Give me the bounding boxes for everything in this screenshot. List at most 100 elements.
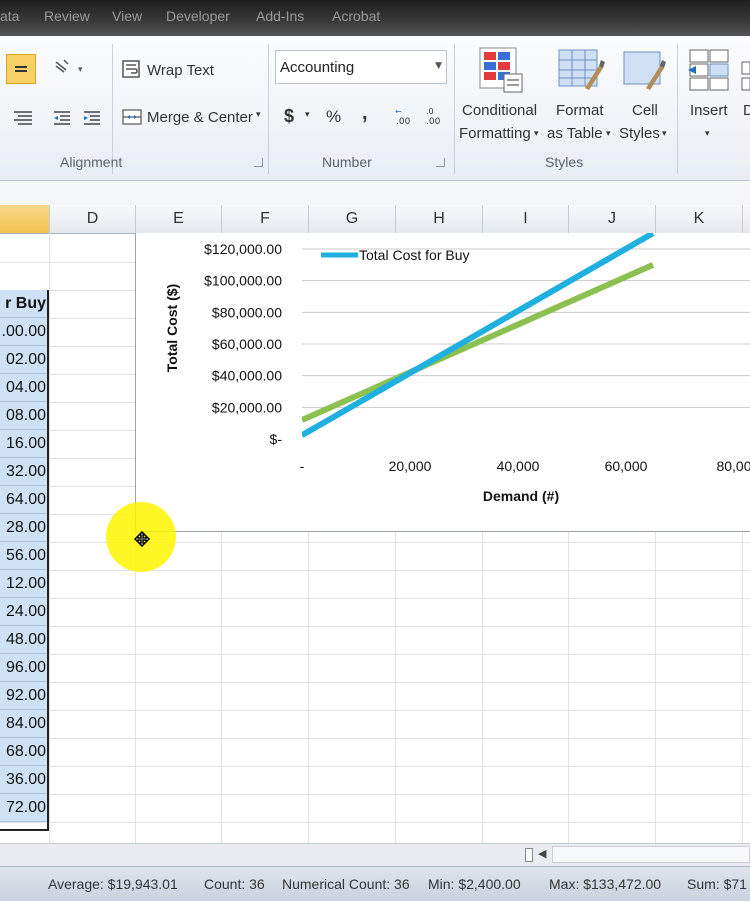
tab-review[interactable]: Review xyxy=(44,8,90,24)
cell-c[interactable]: 96.00 xyxy=(0,654,48,682)
cell-c[interactable]: 24.00 xyxy=(0,598,48,626)
tab-view[interactable]: View xyxy=(112,8,142,24)
tab-add-ins[interactable]: Add-Ins xyxy=(256,8,304,24)
status-sum: Sum: $71 xyxy=(687,876,747,892)
increase-decimal-icon[interactable]: ← .00 xyxy=(394,104,418,128)
insert-cells-icon[interactable] xyxy=(684,44,734,96)
column-header-h[interactable]: H xyxy=(396,205,483,233)
cell-c[interactable]: 64.00 xyxy=(0,486,48,514)
cell-styles-icon[interactable] xyxy=(620,44,670,96)
comma-style-button[interactable]: , xyxy=(362,102,368,125)
tab-data[interactable]: ata xyxy=(0,8,19,24)
currency-button[interactable]: $ xyxy=(284,106,294,127)
formula-bar[interactable] xyxy=(0,181,750,206)
delete-button[interactable]: D xyxy=(743,102,750,119)
status-bar: Average: $19,943.01 Count: 36 Numerical … xyxy=(0,866,750,901)
number-format-value: Accounting xyxy=(280,59,355,76)
conditional-formatting-label-1[interactable]: Conditional xyxy=(462,102,537,119)
tab-developer[interactable]: Developer xyxy=(166,8,230,24)
format-as-table-label-2[interactable]: as Table xyxy=(547,125,603,142)
column-header-d[interactable]: D xyxy=(50,205,136,233)
chevron-down-icon[interactable]: ▾ xyxy=(662,129,667,139)
number-launcher-icon[interactable] xyxy=(436,158,445,167)
tab-split-handle[interactable] xyxy=(525,848,533,862)
group-separator xyxy=(268,44,269,174)
legend-label: Total Cost for Buy xyxy=(359,247,470,263)
orientation-button[interactable]: ▾ xyxy=(52,56,88,80)
svg-text:▾: ▾ xyxy=(78,65,83,75)
alignment-launcher-icon[interactable] xyxy=(254,158,263,167)
y-tick-label: $80,000.00 xyxy=(212,304,282,320)
chevron-down-icon[interactable]: ▾ xyxy=(606,129,611,139)
column-header-c[interactable] xyxy=(0,205,50,233)
styles-group-label: Styles xyxy=(545,154,584,170)
cell-c[interactable]: 36.00 xyxy=(0,766,48,794)
svg-text:←: ← xyxy=(395,107,402,116)
decrease-indent-icon[interactable] xyxy=(50,106,74,130)
ribbon-tab-bar: ata Review View Developer Add-Ins Acroba… xyxy=(0,0,750,36)
scroll-left-icon[interactable]: ◀ xyxy=(538,847,546,860)
cell-c[interactable]: 72.00 xyxy=(0,794,48,822)
cell-c[interactable]: 04.00 xyxy=(0,374,48,402)
cell-c[interactable]: 56.00 xyxy=(0,542,48,570)
gridline xyxy=(0,682,750,683)
gridline xyxy=(0,794,750,795)
decrease-decimal-icon[interactable]: .0.00 xyxy=(424,104,448,128)
cell-c[interactable]: 12.00 xyxy=(0,570,48,598)
align-right-icon[interactable] xyxy=(8,106,38,130)
chevron-down-icon[interactable]: ▾ xyxy=(705,129,710,139)
move-cursor-icon xyxy=(133,530,151,548)
y-tick-label: $40,000.00 xyxy=(212,368,282,384)
gridline xyxy=(0,626,750,627)
x-tick-label: 20,000 xyxy=(389,458,432,474)
format-as-table-icon[interactable] xyxy=(555,44,605,96)
cell-c[interactable]: 92.00 xyxy=(0,682,48,710)
delete-cells-icon[interactable] xyxy=(740,56,750,96)
scroll-track[interactable] xyxy=(552,846,750,863)
merge-dropdown-icon[interactable]: ▾ xyxy=(256,110,261,120)
wrap-text-button[interactable]: Wrap Text xyxy=(147,62,214,79)
number-format-dropdown[interactable]: Accounting ▼ xyxy=(275,50,447,84)
cell-c[interactable]: .00.00 xyxy=(0,318,48,346)
svg-text:.00: .00 xyxy=(426,117,441,127)
percent-button[interactable]: % xyxy=(326,107,341,127)
cell-c[interactable]: 84.00 xyxy=(0,710,48,738)
column-header-e[interactable]: E xyxy=(136,205,222,233)
cell-c[interactable]: 02.00 xyxy=(0,346,48,374)
column-header-j[interactable]: J xyxy=(569,205,656,233)
cell-c-header[interactable]: r Buy xyxy=(0,290,48,318)
status-min: Min: $2,400.00 xyxy=(428,876,521,892)
align-middle-button[interactable] xyxy=(6,54,36,84)
chevron-down-icon[interactable]: ▾ xyxy=(534,129,539,139)
increase-indent-icon[interactable] xyxy=(80,106,104,130)
column-header-g[interactable]: G xyxy=(309,205,396,233)
column-header-k[interactable]: K xyxy=(656,205,743,233)
column-header-f[interactable]: F xyxy=(222,205,309,233)
status-max: Max: $133,472.00 xyxy=(549,876,662,892)
cell-c[interactable]: 16.00 xyxy=(0,430,48,458)
column-header-i[interactable]: I xyxy=(483,205,569,233)
status-count: Count: 36 xyxy=(204,876,265,892)
conditional-formatting-label-2[interactable]: Formatting xyxy=(459,125,531,142)
cell-c[interactable]: 32.00 xyxy=(0,458,48,486)
chevron-down-icon: ▼ xyxy=(435,61,442,71)
merge-center-button[interactable]: Merge & Center xyxy=(147,109,253,126)
horizontal-scrollbar[interactable]: ◀ xyxy=(0,843,750,866)
format-as-table-label-1[interactable]: Format xyxy=(556,102,604,119)
cell-styles-label-1[interactable]: Cell xyxy=(632,102,658,119)
cell-c[interactable]: 68.00 xyxy=(0,738,48,766)
tab-acrobat[interactable]: Acrobat xyxy=(332,8,380,24)
conditional-formatting-icon[interactable] xyxy=(476,44,526,96)
chart[interactable]: $- $20,000.00 $40,000.00 $60,000.00 $80,000.… xyxy=(135,233,750,532)
cell-c[interactable]: 48.00 xyxy=(0,626,48,654)
cell-styles-label-2[interactable]: Styles xyxy=(619,125,660,142)
gridline xyxy=(49,233,50,843)
x-tick-label: 80,00 xyxy=(716,458,750,474)
merge-center-icon xyxy=(121,106,143,128)
insert-button[interactable]: Insert xyxy=(690,102,728,119)
cell-c[interactable]: 28.00 xyxy=(0,514,48,542)
y-axis-title: Total Cost ($) xyxy=(164,284,180,372)
group-separator xyxy=(454,44,455,174)
cell-c[interactable]: 08.00 xyxy=(0,402,48,430)
currency-dropdown-icon[interactable]: ▾ xyxy=(305,110,310,120)
